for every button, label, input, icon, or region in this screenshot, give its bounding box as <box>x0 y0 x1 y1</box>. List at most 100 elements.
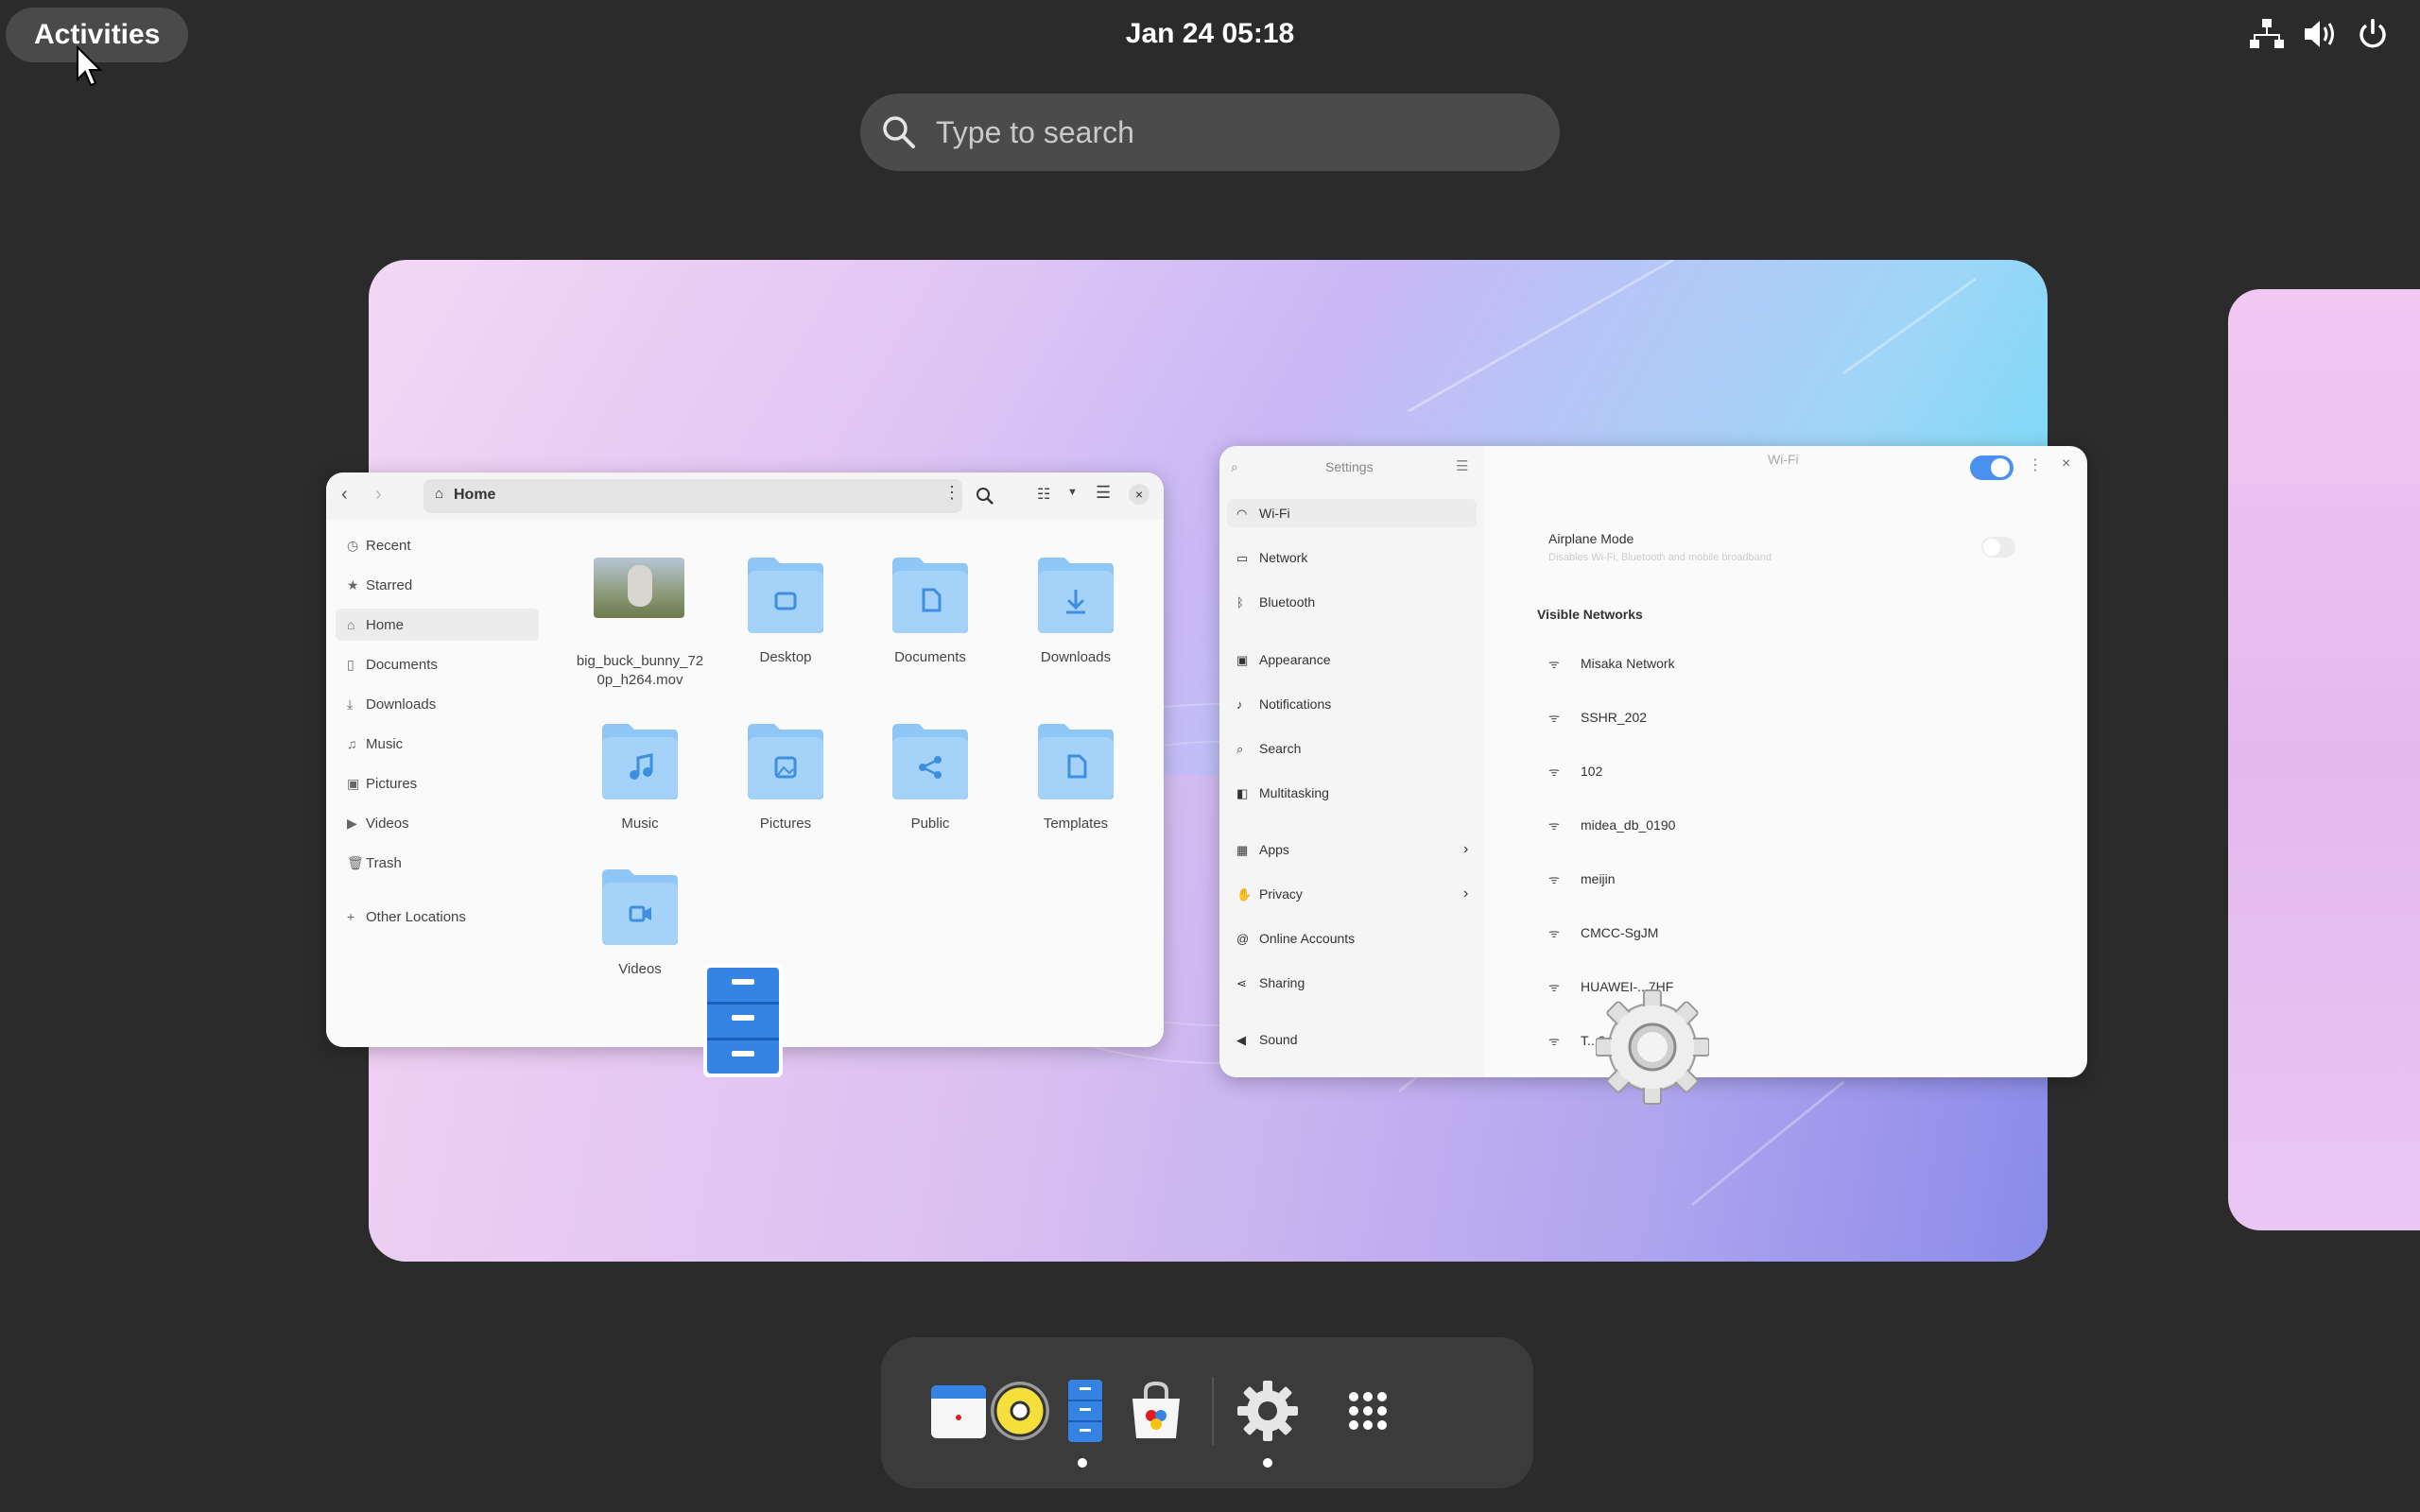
documents-folder-icon[interactable] <box>890 554 970 635</box>
sidebar-item-home[interactable]: ⌂ Home <box>347 610 404 639</box>
sidebar-item-other-locations[interactable]: + Other Locations <box>347 902 466 931</box>
sidebar-item-search[interactable]: ⌕ Search <box>1236 735 1301 762</box>
wifi-signal-icon: ᯤ <box>1548 818 1560 833</box>
network-row[interactable]: ᯤ meijin <box>1548 867 1616 891</box>
sidebar-item-sharing[interactable]: ⋖ Sharing <box>1236 970 1305 996</box>
rhythmbox-app-icon[interactable] <box>987 1378 1053 1444</box>
file-label: Downloads <box>1040 649 1112 665</box>
menu-icon[interactable]: ☰ <box>1456 457 1468 474</box>
pictures-folder-icon[interactable] <box>746 720 825 801</box>
file-label: Music <box>621 816 659 832</box>
search-icon: ⌕ <box>1236 742 1244 756</box>
wifi-signal-icon: ᯤ <box>1548 980 1560 994</box>
sidebar-item-notifications[interactable]: ♪ Notifications <box>1236 691 1331 717</box>
sidebar-item-multitasking[interactable]: ◧ Multitasking <box>1236 780 1329 806</box>
airplane-mode-label: Airplane Mode <box>1548 531 1634 546</box>
path-label: Home <box>454 487 496 503</box>
network-row[interactable]: ᯤ midea_db_0190 <box>1548 813 1675 837</box>
view-options-icon[interactable]: ▼ <box>1067 487 1078 498</box>
sidebar-item-appearance[interactable]: ▣ Appearance <box>1236 646 1331 673</box>
video-icon: ▶ <box>347 816 357 831</box>
network-name: Misaka Network <box>1581 656 1675 671</box>
network-row[interactable]: ᯤ CMCC-SgJM <box>1548 920 1658 945</box>
network-row[interactable]: ᯤ SSHR_202 <box>1548 705 1647 730</box>
network-row[interactable]: ᯤ Misaka Network <box>1548 651 1675 676</box>
sidebar-item-music[interactable]: ♫ Music <box>347 730 403 758</box>
sidebar-item-videos[interactable]: ▶ Videos <box>347 809 409 837</box>
clock-icon: ◷ <box>347 538 359 553</box>
sidebar-item-sound[interactable]: ◀ Sound <box>1236 1026 1297 1053</box>
file-label: Public <box>910 816 950 832</box>
files-window[interactable]: ‹ › ⌂ Home ⋮ ☷ ▼ ☰ × ◷ Recent ★ Starred ⌂ H… <box>326 472 1164 1047</box>
sidebar-item-recent[interactable]: ◷ Recent <box>347 531 411 559</box>
download-icon: ⤓ <box>347 696 354 712</box>
settings-app-overlay-icon[interactable] <box>1596 988 1709 1111</box>
sidebar-item-privacy[interactable]: ✋ Privacy › <box>1236 881 1482 907</box>
forward-icon[interactable]: › <box>375 484 382 506</box>
calendar-app-icon[interactable] <box>925 1378 992 1444</box>
back-icon[interactable]: ‹ <box>341 484 348 506</box>
sidebar-item-label: Sound <box>1259 1032 1298 1047</box>
search-bar[interactable]: Type to search <box>860 94 1560 171</box>
sidebar-item-label: Wi-Fi <box>1259 506 1290 521</box>
network-wired-icon[interactable] <box>2248 17 2286 51</box>
wifi-signal-icon: ᯤ <box>1548 872 1560 886</box>
sidebar-item-apps[interactable]: ▦ Apps › <box>1236 836 1482 863</box>
desktop-folder-icon[interactable] <box>746 554 825 635</box>
network-row[interactable]: ᯤ 102 <box>1548 759 1602 783</box>
public-folder-icon[interactable] <box>890 720 970 801</box>
wifi-icon: ◠ <box>1236 507 1248 521</box>
search-input[interactable]: Type to search <box>936 94 1134 171</box>
wifi-toggle[interactable] <box>1970 455 2014 480</box>
sidebar-item-trash[interactable]: 🗑 Trash <box>347 849 402 877</box>
sidebar-item-online-accounts[interactable]: @ Online Accounts <box>1236 925 1355 952</box>
sidebar-item-documents[interactable]: ▯ Documents <box>347 650 438 679</box>
list-view-icon[interactable]: ☷ <box>1037 485 1050 504</box>
app-grid-icon[interactable] <box>1335 1378 1401 1444</box>
search-icon[interactable] <box>976 487 994 506</box>
network-name: CMCC-SgJM <box>1581 925 1659 940</box>
multitasking-icon: ◧ <box>1236 786 1249 800</box>
search-icon[interactable]: ⌕ <box>1231 459 1238 475</box>
power-icon[interactable] <box>2354 17 2392 51</box>
sidebar-item-wifi[interactable]: ◠ Wi-Fi <box>1236 500 1290 526</box>
close-icon[interactable]: × <box>2062 455 2070 472</box>
menu-icon[interactable]: ☰ <box>1096 483 1111 503</box>
software-app-icon[interactable] <box>1123 1378 1189 1444</box>
sidebar-item-label: Home <box>366 617 405 633</box>
path-menu-icon[interactable]: ⋮ <box>943 483 960 503</box>
downloads-folder-icon[interactable] <box>1036 554 1115 635</box>
speaker-icon: ◀ <box>1236 1033 1246 1047</box>
path-bar[interactable]: ⌂ Home ⋮ <box>424 479 962 513</box>
settings-app-icon[interactable] <box>1235 1378 1301 1444</box>
sidebar-item-pictures[interactable]: ▣ Pictures <box>347 769 417 798</box>
sidebar-item-starred[interactable]: ★ Starred <box>347 571 412 599</box>
wifi-signal-icon: ᯤ <box>1548 765 1560 779</box>
videos-folder-icon[interactable] <box>600 866 680 947</box>
files-app-overlay-icon[interactable] <box>701 962 785 1079</box>
sidebar-item-label: Starred <box>366 577 413 593</box>
appearance-icon: ▣ <box>1236 653 1249 667</box>
close-icon[interactable]: × <box>1129 484 1150 505</box>
second-workspace-thumbnail[interactable] <box>2228 289 2420 1230</box>
settings-window[interactable]: ⌕ Settings ☰ Wi-Fi ⋮ × ◠ Wi-Fi ▭ Network ᛒ… <box>1219 446 2087 1077</box>
more-options-icon[interactable]: ⋮ <box>2028 455 2043 474</box>
templates-folder-icon[interactable] <box>1036 720 1115 801</box>
airplane-mode-toggle[interactable] <box>1981 537 2015 558</box>
video-thumbnail <box>594 558 684 618</box>
trash-icon: 🗑 <box>347 855 364 870</box>
volume-icon[interactable] <box>2301 17 2339 51</box>
sidebar-item-bluetooth[interactable]: ᛒ Bluetooth <box>1236 589 1315 615</box>
document-icon: ▯ <box>347 657 354 672</box>
music-folder-icon[interactable] <box>600 720 680 801</box>
sidebar-item-label: Recent <box>366 538 411 554</box>
files-app-icon[interactable] <box>1051 1378 1117 1444</box>
network-name: 102 <box>1581 764 1603 779</box>
sidebar-item-network[interactable]: ▭ Network <box>1236 544 1307 571</box>
chevron-right-icon: › <box>1463 885 1469 902</box>
sidebar-item-downloads[interactable]: ⤓ Downloads <box>347 690 436 718</box>
sidebar-item-label: Bluetooth <box>1259 594 1316 610</box>
file-label: Documents <box>894 649 966 665</box>
clock[interactable]: Jan 24 05:18 <box>1040 0 1380 68</box>
privacy-icon: ✋ <box>1236 887 1253 902</box>
